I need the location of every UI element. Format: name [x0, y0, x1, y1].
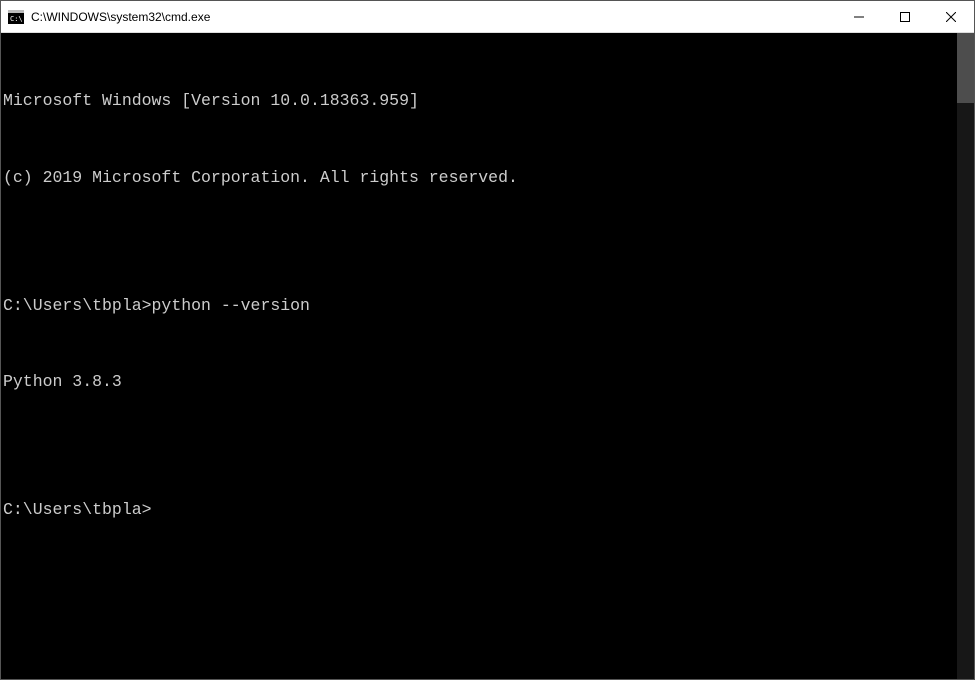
terminal-area[interactable]: Microsoft Windows [Version 10.0.18363.95…: [1, 33, 974, 679]
close-button[interactable]: [928, 1, 974, 32]
terminal-line: Microsoft Windows [Version 10.0.18363.95…: [3, 88, 957, 114]
close-icon: [946, 12, 956, 22]
terminal-line: (c) 2019 Microsoft Corporation. All righ…: [3, 165, 957, 191]
window-title: C:\WINDOWS\system32\cmd.exe: [31, 10, 836, 24]
window-controls: [836, 1, 974, 32]
svg-text:C:\: C:\: [10, 15, 23, 23]
scrollbar-thumb[interactable]: [957, 33, 974, 103]
cmd-window: C:\ C:\WINDOWS\system32\cmd.exe: [0, 0, 975, 680]
scrollbar[interactable]: [957, 33, 974, 679]
prompt-command: python --version: [152, 296, 310, 315]
terminal-prompt-line: C:\Users\tbpla>: [3, 497, 957, 523]
titlebar[interactable]: C:\ C:\WINDOWS\system32\cmd.exe: [1, 1, 974, 33]
minimize-icon: [854, 12, 864, 22]
cmd-icon: C:\: [7, 9, 25, 25]
prompt-path: C:\Users\tbpla>: [3, 296, 152, 315]
maximize-button[interactable]: [882, 1, 928, 32]
terminal-prompt-line: C:\Users\tbpla>python --version: [3, 293, 957, 319]
terminal-content[interactable]: Microsoft Windows [Version 10.0.18363.95…: [1, 33, 957, 679]
prompt-path: C:\Users\tbpla>: [3, 500, 152, 519]
terminal-output: Python 3.8.3: [3, 369, 957, 395]
minimize-button[interactable]: [836, 1, 882, 32]
maximize-icon: [900, 12, 910, 22]
